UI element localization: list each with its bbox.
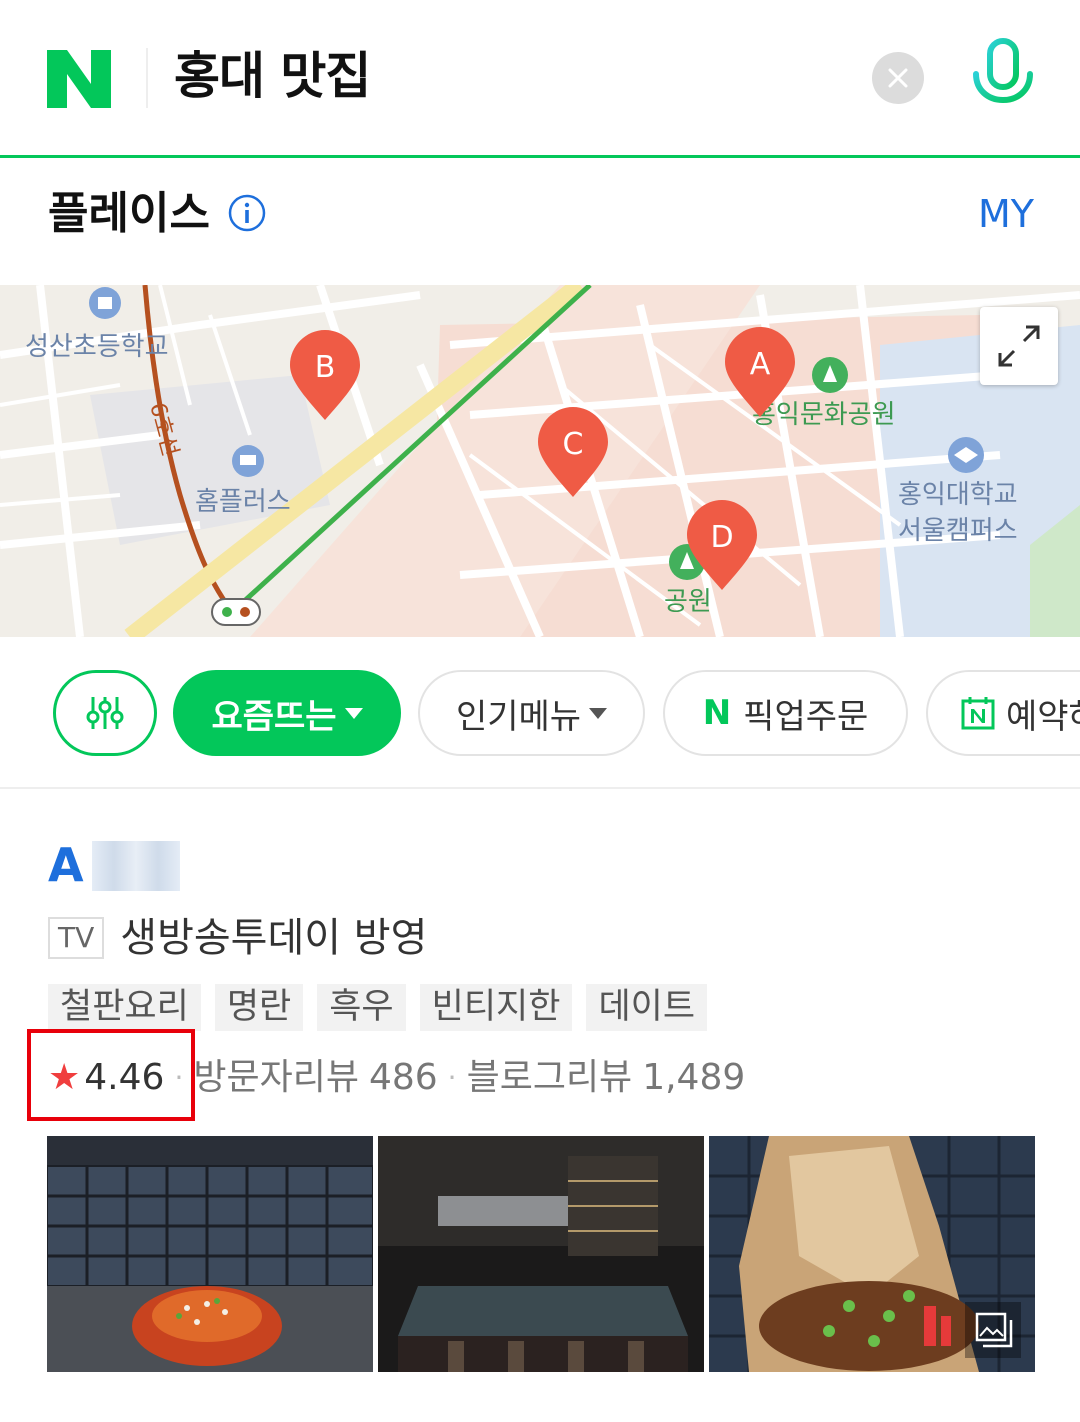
search-divider bbox=[146, 48, 148, 108]
chip-pickup-label: 픽업주문 bbox=[743, 696, 869, 737]
section-title: 플레이스 bbox=[48, 188, 210, 239]
calendar-icon bbox=[961, 697, 995, 730]
photo-restaurant-interior[interactable] bbox=[378, 1136, 704, 1372]
keyword-tag: 명란 bbox=[214, 984, 304, 1031]
keyword-tags: 철판요리 명란 흑우 빈티지한 데이트 bbox=[48, 984, 721, 1031]
close-icon bbox=[888, 68, 908, 88]
chip-trending[interactable]: 요즘뜨는 bbox=[173, 670, 401, 756]
keyword-tag: 데이트 bbox=[586, 984, 708, 1031]
my-link[interactable]: MY bbox=[978, 188, 1034, 240]
chip-pickup[interactable]: N 픽업주문 bbox=[663, 670, 908, 756]
chip-reservation-label: 예약하 bbox=[1006, 696, 1080, 737]
search-bar: 홍대 맛집 bbox=[0, 0, 1080, 158]
tv-badge: TV bbox=[48, 917, 105, 959]
rating-highlight-box bbox=[27, 1029, 195, 1121]
keyword-tag: 흑우 bbox=[317, 984, 406, 1031]
blog-reviews-label: 블로그리뷰 bbox=[466, 1057, 633, 1098]
visitor-reviews-count: 486 bbox=[368, 1057, 438, 1098]
chevron-down-icon bbox=[589, 707, 608, 719]
clear-search-button[interactable] bbox=[872, 52, 924, 104]
map-label-park: 홍익문화공원 bbox=[752, 400, 896, 430]
expand-icon bbox=[998, 325, 1040, 367]
map-label-mall: 홈플러스 bbox=[195, 487, 291, 517]
blog-reviews-count: 1,489 bbox=[642, 1057, 746, 1098]
chip-popular-menu[interactable]: 인기메뉴 bbox=[418, 670, 645, 756]
microphone-icon[interactable] bbox=[970, 38, 1036, 118]
svg-text:D: D bbox=[710, 520, 733, 555]
map-view[interactable]: 성산초등학교 홈플러스 홍익문화공원 홍익대학교 서울캠퍼스 공원 6호선 B … bbox=[0, 285, 1080, 637]
svg-text:C: C bbox=[563, 427, 584, 462]
map-label-school: 성산초등학교 bbox=[25, 332, 169, 362]
photo-food-okonomiyaki[interactable] bbox=[709, 1136, 1035, 1372]
map-canvas: 성산초등학교 홈플러스 홍익문화공원 홍익대학교 서울캠퍼스 공원 6호선 B … bbox=[0, 285, 1080, 637]
tv-broadcast-row: TV 생방송투데이 방영 bbox=[48, 913, 427, 963]
filter-chip-bar: 요즘뜨는 인기메뉴 N 픽업주문 예약하 bbox=[0, 637, 1080, 789]
naver-logo[interactable] bbox=[47, 50, 111, 108]
result-marker-label: A bbox=[48, 838, 84, 892]
keyword-tag: 철판요리 bbox=[48, 984, 201, 1031]
chip-reservation[interactable]: 예약하 bbox=[926, 670, 1080, 756]
keyword-tag: 빈티지한 bbox=[419, 984, 573, 1031]
filter-settings-button[interactable] bbox=[53, 670, 157, 756]
naver-n-icon: N bbox=[702, 693, 732, 733]
sliders-icon bbox=[86, 697, 124, 729]
map-label-park-2: 공원 bbox=[664, 587, 712, 617]
chip-popular-menu-label: 인기메뉴 bbox=[455, 696, 582, 737]
chip-trending-label: 요즘뜨는 bbox=[211, 696, 337, 737]
info-icon[interactable] bbox=[228, 194, 266, 232]
visitor-reviews-label: 방문자리뷰 bbox=[193, 1057, 359, 1098]
separator-dot: · bbox=[447, 1061, 457, 1094]
photo-strip bbox=[47, 1136, 1035, 1372]
places-header: 플레이스 MY bbox=[0, 158, 1080, 285]
map-expand-button[interactable] bbox=[980, 307, 1058, 385]
map-label-university-2: 서울캠퍼스 bbox=[898, 516, 1018, 546]
map-label-university-1: 홍익대학교 bbox=[898, 480, 1018, 510]
gallery-icon bbox=[965, 1302, 1021, 1358]
photo-food-teppanyaki[interactable] bbox=[47, 1136, 373, 1372]
place-result-card[interactable]: A TV 생방송투데이 방영 철판요리 명란 흑우 빈티지한 데이트 ★ 4.4… bbox=[0, 789, 1080, 1422]
search-input[interactable]: 홍대 맛집 bbox=[174, 46, 371, 106]
tv-broadcast-text: 생방송투데이 방영 bbox=[120, 915, 428, 961]
place-name-redacted[interactable] bbox=[92, 841, 180, 891]
svg-text:B: B bbox=[315, 350, 336, 385]
chevron-down-icon bbox=[344, 707, 363, 719]
svg-text:A: A bbox=[750, 347, 771, 382]
